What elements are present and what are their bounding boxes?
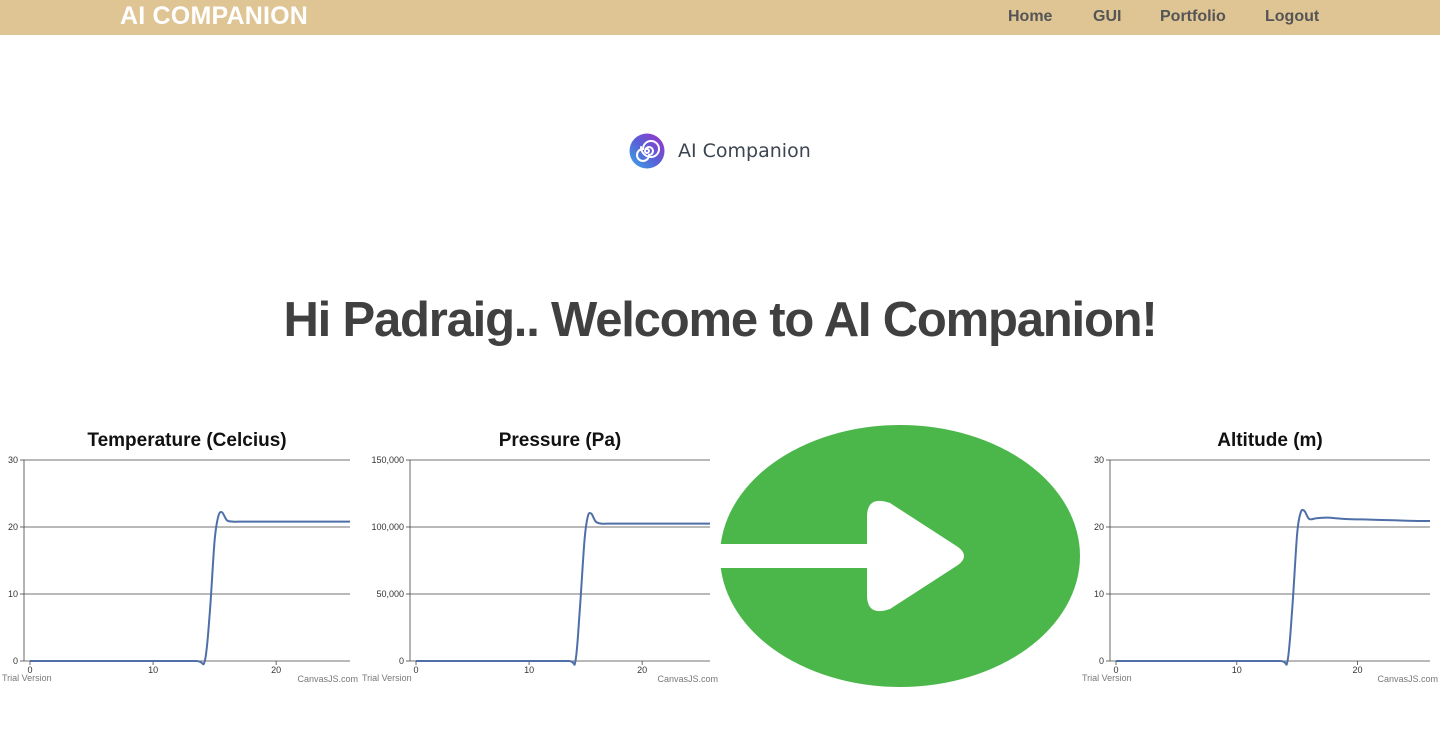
logo-text: AI Companion: [678, 140, 811, 162]
chart-title: Pressure (Pa): [499, 430, 622, 451]
y-tick-label: 20: [8, 522, 18, 532]
credit-canvasjs: CanvasJS.com: [1377, 674, 1438, 684]
series-line: [416, 511, 710, 666]
x-tick-label: 20: [637, 665, 647, 675]
spiral-logo-icon: [629, 133, 665, 169]
next-arrow-button[interactable]: [720, 425, 1080, 687]
series-line: [30, 510, 350, 666]
y-tick-label: 10: [1094, 589, 1104, 599]
temperature-chart: Temperature (Celcius)01020300 10 20Trial V…: [2, 430, 358, 684]
navbar: AI COMPANION Home GUI Portfolio Logout: [0, 0, 1440, 35]
y-tick-label: 20: [1094, 522, 1104, 532]
welcome-heading: Hi Padraig.. Welcome to AI Companion!: [283, 293, 1157, 347]
x-tick-label: 10: [148, 665, 158, 675]
altitude-chart: Altitude (m)01020300 10 20Trial Version Can…: [1082, 430, 1438, 684]
chart-title: Altitude (m): [1217, 430, 1323, 451]
chart-title: Temperature (Celcius): [87, 430, 286, 451]
x-tick-label: 20: [1353, 665, 1363, 675]
arrow-right-circle-icon: [720, 425, 1080, 687]
y-tick-label: 30: [1094, 455, 1104, 465]
y-tick-label: 50,000: [376, 589, 404, 599]
y-tick-label: 30: [8, 455, 18, 465]
brand-title[interactable]: AI COMPANION: [120, 0, 308, 32]
pressure-chart: Pressure (Pa) 0 50,000 100,000 150,000 0 10 20 T…: [362, 430, 718, 684]
credit-canvasjs: CanvasJS.com: [657, 674, 718, 684]
y-tick-label: 0: [399, 656, 404, 666]
y-tick-label: 100,000: [371, 522, 404, 532]
credit-trial-version: Trial Version: [2, 673, 52, 683]
x-tick-label: 10: [1232, 665, 1242, 675]
x-tick-label: 20: [271, 665, 281, 675]
x-tick-label: 0: [413, 665, 418, 675]
nav-logout-link[interactable]: Logout: [1265, 0, 1319, 32]
series-line: [1116, 508, 1431, 666]
y-tick-label: 150,000: [371, 455, 404, 465]
y-tick-label: 0: [13, 656, 18, 666]
credit-canvasjs: CanvasJS.com: [297, 674, 358, 684]
credit-trial-version: Trial Version: [362, 673, 412, 683]
nav-gui-link[interactable]: GUI: [1093, 0, 1121, 32]
nav-portfolio-link[interactable]: Portfolio: [1160, 0, 1226, 32]
x-tick-label: 10: [524, 665, 534, 675]
y-tick-label: 10: [8, 589, 18, 599]
credit-trial-version: Trial Version: [1082, 673, 1132, 683]
nav-home-link[interactable]: Home: [1008, 0, 1052, 32]
logo: AI Companion: [629, 133, 811, 169]
y-tick-label: 0: [1099, 656, 1104, 666]
